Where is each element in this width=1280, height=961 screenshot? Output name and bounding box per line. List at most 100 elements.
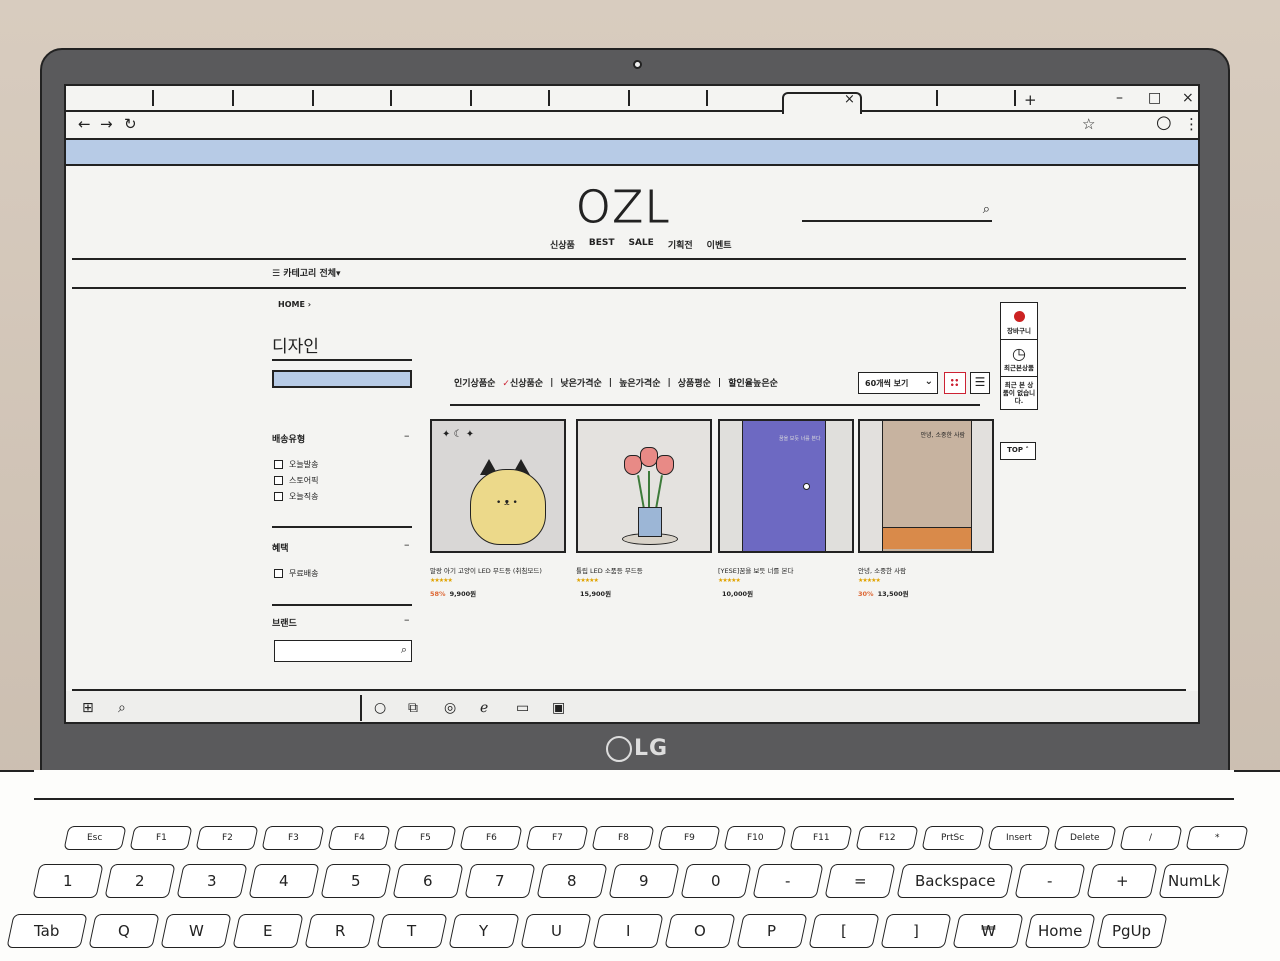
key-f3[interactable]: F3 bbox=[261, 826, 325, 850]
key-6[interactable]: 6 bbox=[392, 864, 464, 898]
key-[interactable]: ] bbox=[880, 914, 952, 948]
hamburger-icon[interactable]: ☰ bbox=[272, 269, 280, 279]
key-[interactable]: = bbox=[824, 864, 896, 898]
chrome-icon[interactable]: ◎ bbox=[444, 700, 456, 716]
sort-new[interactable]: ✓신상품순 bbox=[502, 376, 543, 389]
chat-app-icon[interactable]: ▣ bbox=[552, 700, 565, 716]
key-q[interactable]: Q bbox=[88, 914, 160, 948]
list-view-button[interactable]: ☰ bbox=[970, 372, 990, 394]
key-f8[interactable]: F8 bbox=[591, 826, 655, 850]
key-[interactable]: [ bbox=[808, 914, 880, 948]
product-name[interactable]: 말랑 아기 고양이 LED 무드등 (취침모드) bbox=[430, 565, 566, 575]
edge-icon[interactable]: ℯ bbox=[480, 700, 488, 716]
cart-button[interactable]: 장바구니 bbox=[1001, 303, 1037, 340]
sort-high-price[interactable]: 높은가격순 bbox=[619, 376, 660, 389]
filter-benefit-title[interactable]: 혜택 bbox=[272, 541, 289, 554]
key-2[interactable]: 2 bbox=[104, 864, 176, 898]
back-icon[interactable]: ← bbox=[78, 115, 91, 133]
key-[interactable]: - bbox=[1014, 864, 1086, 898]
key-f10[interactable]: F10 bbox=[723, 826, 787, 850]
key-f2[interactable]: F2 bbox=[195, 826, 259, 850]
key-u[interactable]: U bbox=[520, 914, 592, 948]
key-tab[interactable]: Tab bbox=[6, 914, 88, 948]
product-thumbnail[interactable] bbox=[576, 419, 712, 553]
filter-option[interactable]: 오늘직송 bbox=[274, 491, 318, 502]
key-f6[interactable]: F6 bbox=[459, 826, 523, 850]
key-esc[interactable]: Esc bbox=[63, 826, 127, 850]
key-[interactable]: ₩ bbox=[952, 914, 1024, 948]
key-1[interactable]: 1 bbox=[32, 864, 104, 898]
minimize-icon[interactable]: – bbox=[1116, 90, 1123, 106]
key-3[interactable]: 3 bbox=[176, 864, 248, 898]
reload-icon[interactable]: ↻ bbox=[124, 115, 137, 133]
key-prtsc[interactable]: PrtSc bbox=[921, 826, 985, 850]
key-pgup[interactable]: PgUp bbox=[1096, 914, 1168, 948]
key-5[interactable]: 5 bbox=[320, 864, 392, 898]
breadcrumb[interactable]: HOME › bbox=[278, 300, 311, 309]
filter-option[interactable]: 스토어픽 bbox=[274, 475, 318, 486]
per-page-select[interactable]: 60개씩 보기 ⌄ bbox=[858, 372, 938, 394]
key-f7[interactable]: F7 bbox=[525, 826, 589, 850]
key-p[interactable]: P bbox=[736, 914, 808, 948]
key-delete[interactable]: Delete bbox=[1053, 826, 1117, 850]
product-thumbnail[interactable]: ✦ ☾ ✦ • ᴥ • bbox=[430, 419, 566, 553]
checkbox[interactable] bbox=[274, 569, 283, 578]
product-name[interactable]: 튤립 LED 소품등 무드등 bbox=[576, 565, 712, 575]
checkbox[interactable] bbox=[274, 492, 283, 501]
key-y[interactable]: Y bbox=[448, 914, 520, 948]
task-view-icon[interactable]: ⧉ bbox=[408, 700, 418, 716]
profile-icon[interactable]: ○ bbox=[1156, 112, 1172, 133]
key-numlk[interactable]: NumLk bbox=[1158, 864, 1230, 898]
filter-brand-title[interactable]: 브랜드 bbox=[272, 616, 297, 629]
key-[interactable]: + bbox=[1086, 864, 1158, 898]
window-close-icon[interactable]: × bbox=[1182, 90, 1194, 106]
browser-menu-icon[interactable]: ⋮ bbox=[1184, 115, 1198, 133]
menu-new[interactable]: 신상품 bbox=[550, 238, 575, 251]
product-name[interactable]: 안녕, 소중한 사람 bbox=[858, 565, 994, 575]
sort-reviews[interactable]: 상품평순 bbox=[678, 376, 711, 389]
key-8[interactable]: 8 bbox=[536, 864, 608, 898]
close-tab-icon[interactable]: × bbox=[844, 92, 855, 107]
menu-special[interactable]: 기획전 bbox=[668, 238, 693, 251]
key-[interactable]: * bbox=[1185, 826, 1249, 850]
bookmark-star-icon[interactable]: ☆ bbox=[1082, 115, 1095, 133]
breadcrumb-home[interactable]: HOME bbox=[278, 300, 305, 309]
menu-best[interactable]: BEST bbox=[589, 238, 615, 251]
product-card[interactable]: 꿈을 보듯 너를 본다 [YESE]꿈을 보듯 너를 본다 ★★★★★ 10,0… bbox=[718, 419, 854, 598]
key-f5[interactable]: F5 bbox=[393, 826, 457, 850]
key-f9[interactable]: F9 bbox=[657, 826, 721, 850]
key-backspace[interactable]: Backspace bbox=[896, 864, 1014, 898]
site-search-input[interactable]: ⌕ bbox=[802, 202, 992, 222]
product-name[interactable]: [YESE]꿈을 보듯 너를 본다 bbox=[718, 565, 854, 575]
sort-low-price[interactable]: 낮은가격순 bbox=[560, 376, 601, 389]
site-logo[interactable]: OZL bbox=[575, 182, 671, 234]
sort-discount[interactable]: 할인율높은순 bbox=[728, 376, 778, 389]
windows-start-icon[interactable]: ⊞ bbox=[82, 700, 94, 716]
key-f11[interactable]: F11 bbox=[789, 826, 853, 850]
collapse-icon[interactable]: – bbox=[404, 429, 410, 442]
search-icon[interactable]: ⌕ bbox=[983, 202, 990, 217]
filter-option[interactable]: 오늘발송 bbox=[274, 459, 318, 470]
product-card[interactable]: 튤립 LED 소품등 무드등 ★★★★★ 15,900원 bbox=[576, 419, 712, 598]
category-all-label[interactable]: 카테고리 전체 bbox=[283, 269, 336, 279]
key-home[interactable]: Home bbox=[1024, 914, 1096, 948]
brand-search-input[interactable]: ⌕ bbox=[274, 640, 412, 662]
product-card[interactable]: ✦ ☾ ✦ • ᴥ • 말랑 아기 고양이 LED 무드등 (취침모드) ★★★… bbox=[430, 419, 566, 598]
search-icon[interactable]: ⌕ bbox=[401, 643, 407, 657]
key-r[interactable]: R bbox=[304, 914, 376, 948]
key-i[interactable]: I bbox=[592, 914, 664, 948]
key-f1[interactable]: F1 bbox=[129, 826, 193, 850]
key-9[interactable]: 9 bbox=[608, 864, 680, 898]
key-insert[interactable]: Insert bbox=[987, 826, 1051, 850]
key-f12[interactable]: F12 bbox=[855, 826, 919, 850]
key-w[interactable]: W bbox=[160, 914, 232, 948]
sort-popular[interactable]: 인기상품순 bbox=[454, 376, 495, 389]
forward-icon[interactable]: → bbox=[100, 115, 113, 133]
key-7[interactable]: 7 bbox=[464, 864, 536, 898]
cortana-icon[interactable]: ○ bbox=[374, 700, 386, 716]
new-tab-icon[interactable]: + bbox=[1024, 91, 1037, 109]
key-e[interactable]: E bbox=[232, 914, 304, 948]
collapse-icon[interactable]: – bbox=[404, 538, 410, 551]
key-[interactable]: - bbox=[752, 864, 824, 898]
product-card[interactable]: 안녕, 소중한 사람 안녕, 소중한 사람 ★★★★★ 30% 13,500원 bbox=[858, 419, 994, 598]
